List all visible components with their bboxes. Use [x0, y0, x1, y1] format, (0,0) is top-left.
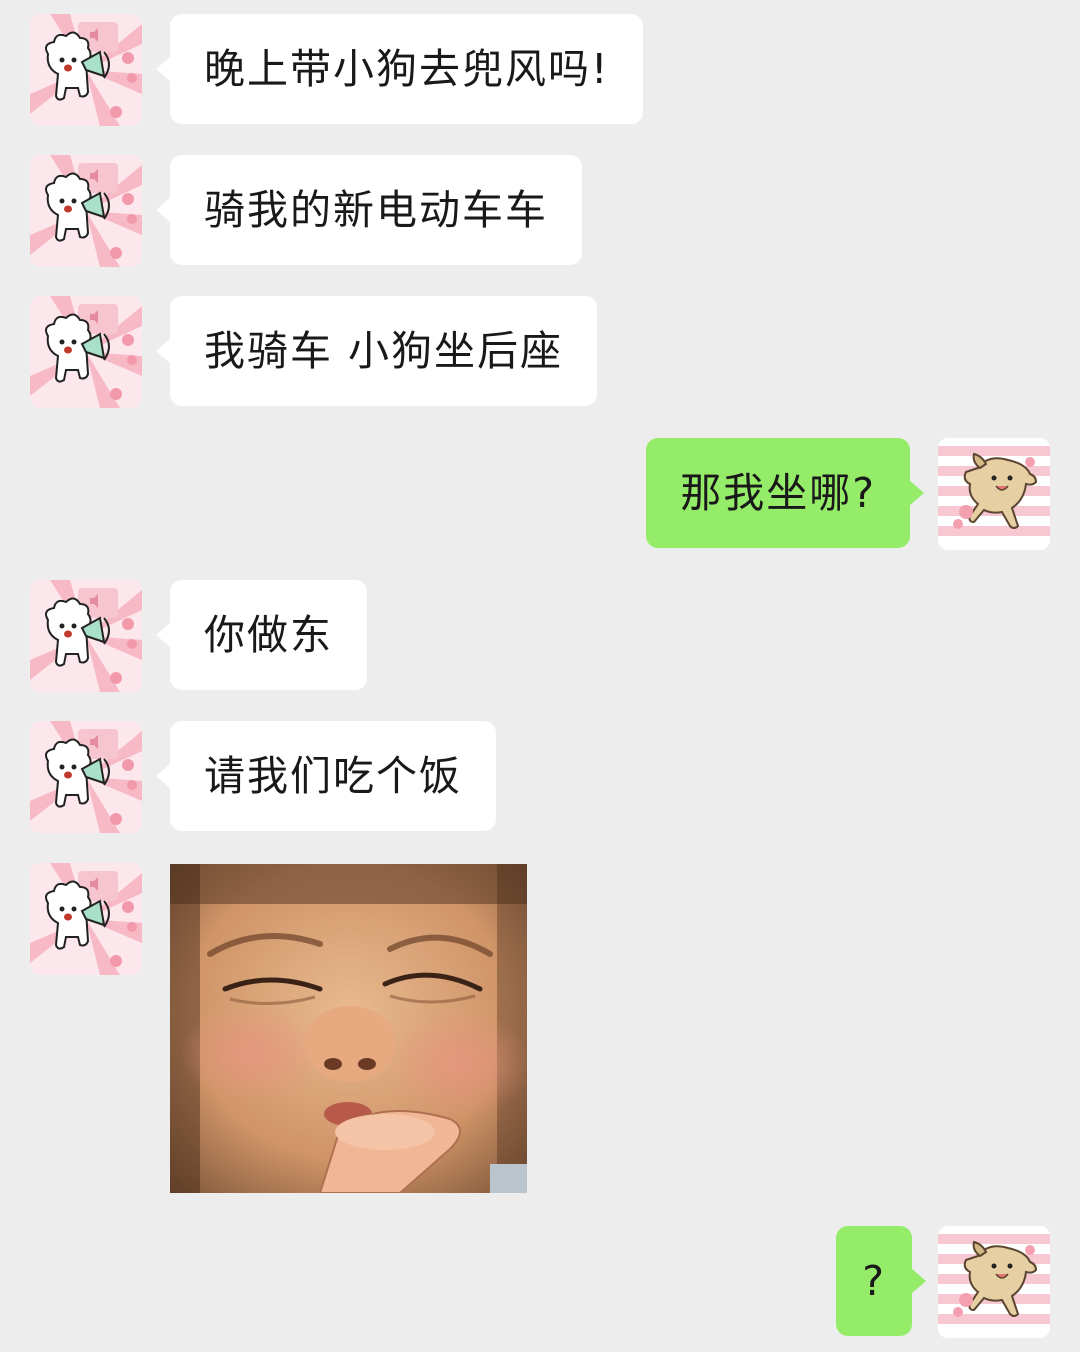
friend-avatar[interactable]: [30, 155, 142, 267]
baby-face-photo: [170, 864, 527, 1193]
image-message-baby-face[interactable]: [170, 864, 527, 1193]
alpaca-megaphone-icon: [30, 14, 142, 126]
my-avatar[interactable]: [938, 1226, 1050, 1338]
message-bubble-incoming[interactable]: 请我们吃个饭: [156, 721, 496, 831]
friend-avatar[interactable]: [30, 863, 142, 975]
message-bubble-outgoing[interactable]: 那我坐哪?: [646, 438, 924, 548]
message-bubble-incoming[interactable]: 骑我的新电动车车: [156, 155, 582, 265]
message-bubble-incoming[interactable]: 晚上带小狗去兜风吗!: [155, 14, 644, 124]
alpaca-megaphone-icon: [30, 721, 142, 833]
dancing-dog-icon: [938, 438, 1050, 550]
alpaca-megaphone-icon: [30, 296, 142, 408]
message-bubble-incoming[interactable]: 我骑车 小狗坐后座: [155, 296, 598, 406]
alpaca-megaphone-icon: [30, 155, 142, 267]
friend-avatar[interactable]: [30, 721, 142, 833]
alpaca-megaphone-icon: [30, 580, 142, 692]
friend-avatar[interactable]: [30, 14, 142, 126]
alpaca-megaphone-icon: [30, 863, 142, 975]
friend-avatar[interactable]: [30, 580, 142, 692]
message-bubble-outgoing[interactable]: ?: [836, 1226, 926, 1336]
dancing-dog-icon: [938, 1226, 1050, 1338]
message-bubble-incoming[interactable]: 你做东: [156, 580, 367, 690]
my-avatar[interactable]: [938, 438, 1050, 550]
friend-avatar[interactable]: [30, 296, 142, 408]
